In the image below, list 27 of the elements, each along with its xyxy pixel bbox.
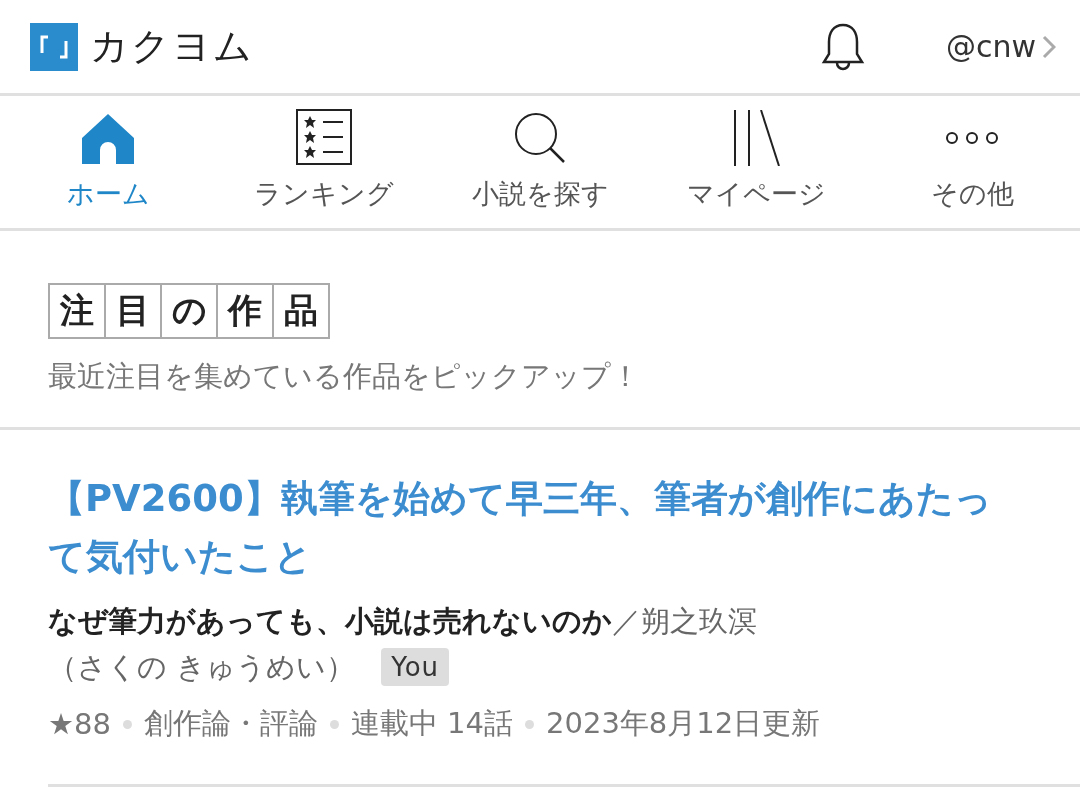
section-subtitle: 最近注目を集めている作品をピックアップ！ (48, 358, 641, 395)
updated-date: 2023年8月12日更新 (546, 705, 821, 742)
logo-icon (30, 22, 78, 71)
nav-tab[interactable]: その他 (864, 96, 1080, 228)
work-catchphrase: なぜ筆力があっても、小説は売れないのか (48, 604, 612, 638)
more-icon (944, 131, 1000, 145)
bookshelf-icon (731, 110, 781, 166)
nav-tab[interactable]: ホーム (0, 96, 216, 228)
user-link[interactable]: @cnw (945, 29, 1056, 64)
author-link[interactable]: ／朔之玖溟 (612, 604, 757, 638)
section-heading: 注目の作品 (48, 283, 330, 339)
logo-text: カクヨム (90, 23, 254, 70)
chevron-right-icon (1042, 34, 1056, 59)
star-count: ★88 (48, 707, 111, 741)
author-reading: （さくの きゅうめい） (48, 649, 356, 686)
genre-text: 創作論・評論 (143, 705, 318, 742)
bell-icon[interactable] (819, 21, 866, 72)
ranking-list-icon (295, 108, 353, 166)
separator-dot-icon (329, 719, 339, 729)
separator-dot-icon (525, 719, 535, 729)
work-title[interactable]: 【PV2600】執筆を始めて早三年、筆者が創作にあたって気付いたこと (48, 470, 1010, 586)
you-badge: You (381, 648, 450, 686)
status-text: 連載中 14話 (350, 705, 514, 742)
separator-dot-icon (122, 719, 132, 729)
nav-tab[interactable]: ランキング (216, 96, 432, 228)
nav-tab[interactable]: 小説を探す (432, 96, 648, 228)
nav-tab[interactable]: マイページ (648, 96, 864, 228)
